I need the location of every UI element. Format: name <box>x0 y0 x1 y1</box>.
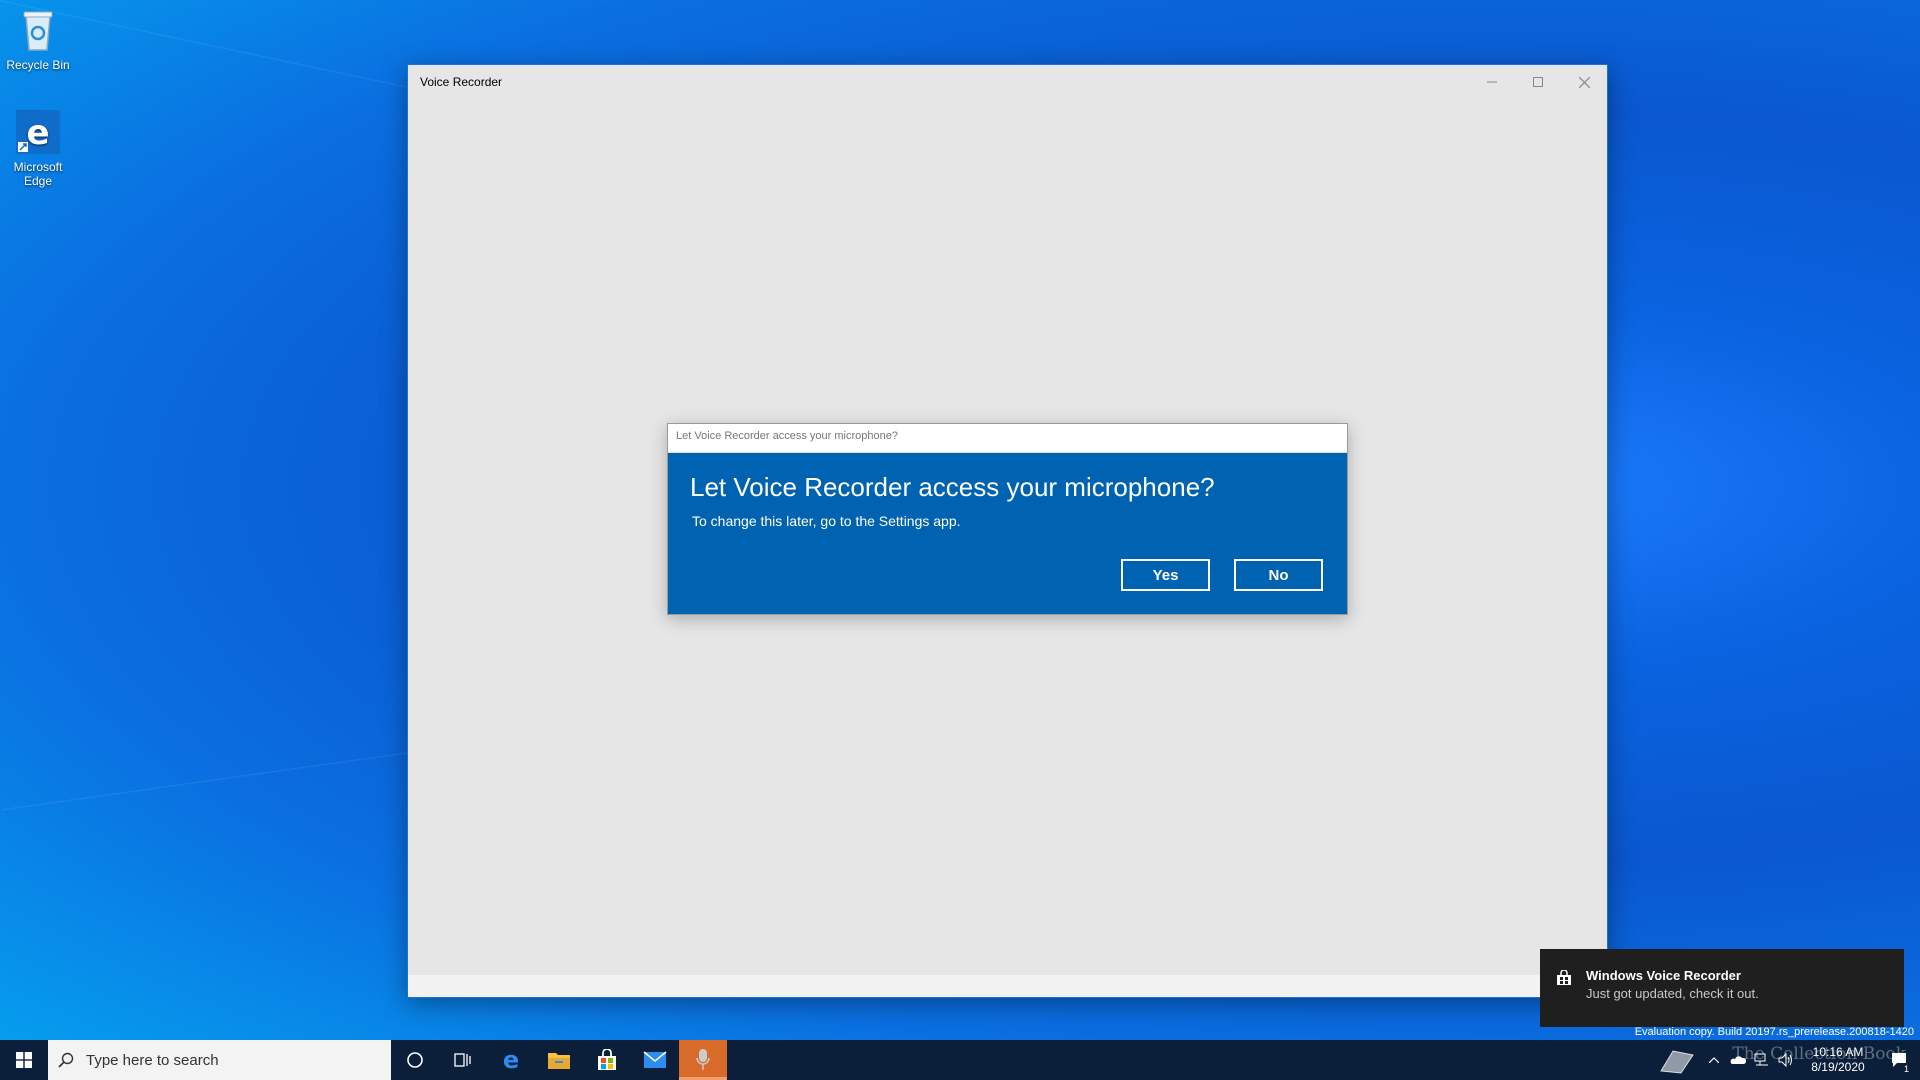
no-button[interactable]: No <box>1234 559 1323 591</box>
update-notification-toast[interactable]: Windows Voice Recorder Just got updated,… <box>1540 949 1904 1027</box>
taskbar-edge-button[interactable]: e <box>487 1040 535 1080</box>
chevron-up-icon <box>1709 1057 1719 1063</box>
taskbar: Type here to search e 10:16 AM 8/19/2020… <box>0 1040 1920 1080</box>
dialog-message: To change this later, go to the Settings… <box>692 513 961 529</box>
cortana-icon <box>407 1052 423 1068</box>
minimize-icon <box>1487 81 1497 83</box>
dialog-body: Let Voice Recorder access your microphon… <box>668 453 1347 614</box>
svg-text:e: e <box>503 1048 519 1072</box>
edge-icon: e <box>14 108 62 156</box>
watermark-text: The Collection Book <box>1732 1044 1906 1064</box>
cortana-button[interactable] <box>391 1040 439 1080</box>
show-hidden-icons-button[interactable] <box>1702 1040 1726 1080</box>
minimize-button[interactable] <box>1469 65 1515 99</box>
taskbar-search-box[interactable]: Type here to search <box>48 1040 391 1080</box>
task-view-button[interactable] <box>439 1040 487 1080</box>
dialog-buttons: Yes No <box>1121 559 1323 591</box>
desktop-icon-microsoft-edge[interactable]: e Microsoft Edge <box>0 108 76 188</box>
notification-count-badge: 1 <box>1900 1064 1912 1074</box>
microphone-permission-dialog: Let Voice Recorder access your microphon… <box>667 423 1348 615</box>
evaluation-copy-text: Evaluation copy. Build 20197.rs_prerelea… <box>1634 1026 1914 1038</box>
window-title: Voice Recorder <box>420 75 503 89</box>
dialog-caption: Let Voice Recorder access your microphon… <box>668 424 1347 453</box>
taskbar-file-explorer-button[interactable] <box>535 1040 583 1080</box>
store-bag-icon <box>1556 968 1572 1027</box>
maximize-button[interactable] <box>1515 65 1561 99</box>
yes-button[interactable]: Yes <box>1121 559 1210 591</box>
recycle-bin-icon <box>14 6 62 54</box>
task-view-icon <box>454 1053 471 1067</box>
desktop-icon-label: Recycle Bin <box>6 58 70 72</box>
search-placeholder: Type here to search <box>86 1051 219 1069</box>
window-bottom-bar <box>408 975 1607 997</box>
start-button[interactable] <box>0 1040 48 1080</box>
edge-icon: e <box>503 1048 519 1072</box>
taskbar-store-button[interactable] <box>583 1040 631 1080</box>
search-icon <box>58 1052 74 1068</box>
svg-text:e: e <box>26 113 49 153</box>
taskbar-mail-button[interactable] <box>631 1040 679 1080</box>
title-bar[interactable]: Voice Recorder <box>408 65 1607 99</box>
desktop-icon-recycle-bin[interactable]: Recycle Bin <box>0 6 76 72</box>
caption-buttons <box>1469 65 1607 99</box>
toast-message: Just got updated, check it out. <box>1586 986 1759 1001</box>
close-button[interactable] <box>1561 65 1607 99</box>
maximize-icon <box>1533 77 1543 87</box>
mail-icon <box>643 1051 667 1068</box>
file-explorer-icon <box>548 1053 570 1069</box>
dialog-heading: Let Voice Recorder access your microphon… <box>690 472 1215 502</box>
desktop-icon-label: Microsoft Edge <box>13 160 63 188</box>
taskbar-voice-recorder-button[interactable] <box>679 1040 727 1080</box>
voice-recorder-icon <box>696 1049 710 1070</box>
toast-title: Windows Voice Recorder <box>1586 968 1741 983</box>
store-icon <box>598 1049 616 1070</box>
windows-logo-icon <box>16 1052 32 1068</box>
wallpaper-ray <box>1 750 419 812</box>
close-icon <box>1578 76 1590 88</box>
people-book-icon <box>1652 1040 1702 1080</box>
